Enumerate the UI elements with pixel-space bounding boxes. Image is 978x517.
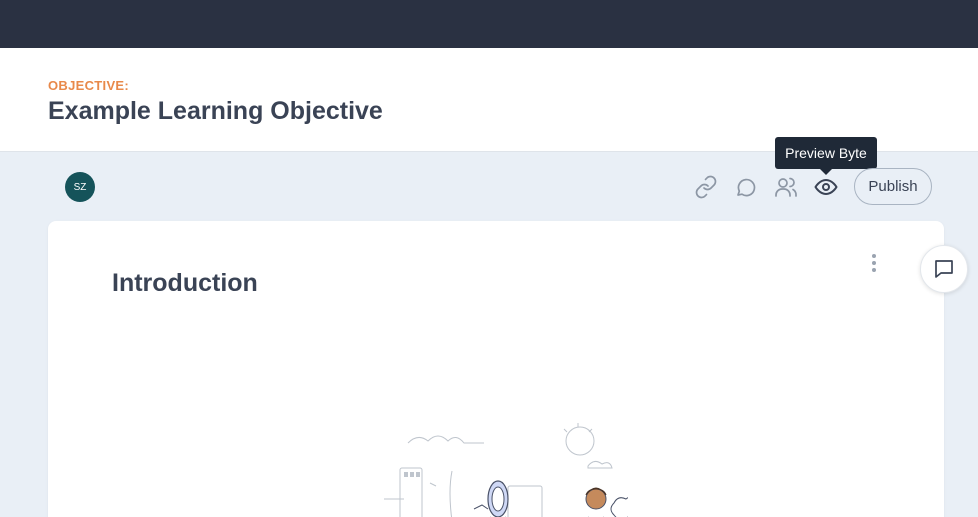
collaborators-button[interactable] [772,173,800,201]
tooltip-caret [820,169,832,175]
section-title: Introduction [112,269,258,297]
message-square-icon [935,260,953,278]
publish-button[interactable]: Publish [854,168,932,205]
eye-icon [814,179,838,195]
comments-button[interactable] [732,173,760,201]
objective-label: OBJECTIVE: [48,78,130,93]
link-icon [695,175,717,199]
avatar[interactable]: SZ [65,172,95,202]
illustration [384,423,628,517]
comment-icon [737,178,756,197]
top-navbar [0,0,978,48]
preview-button[interactable] [812,173,840,201]
preview-tooltip: Preview Byte [775,137,877,169]
users-icon [775,177,797,197]
content-card: Introduction [48,221,944,517]
link-button[interactable] [692,173,720,201]
comment-panel-button[interactable] [920,245,968,293]
page-title: Example Learning Objective [48,97,383,125]
more-options-icon[interactable] [866,251,882,275]
